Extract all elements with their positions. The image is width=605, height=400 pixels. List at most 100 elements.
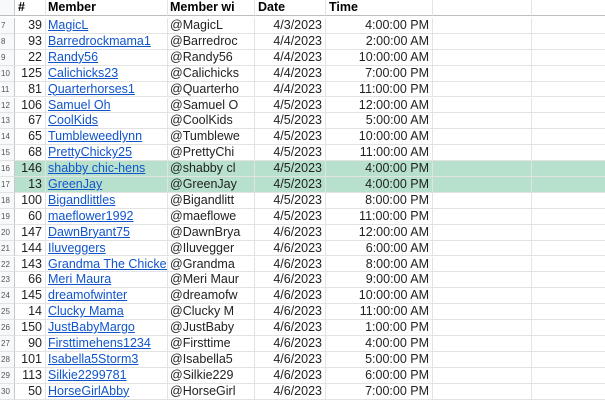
member-handle-cell[interactable]: @Firsttime <box>168 336 255 352</box>
empty-cell[interactable] <box>433 272 532 289</box>
member-handle-cell[interactable]: @JustBaby <box>168 320 255 336</box>
time-cell[interactable]: 4:00:00 PM <box>326 336 433 352</box>
member-link[interactable]: HorseGirlAbby <box>46 383 168 400</box>
member-link[interactable]: PrettyChicky25 <box>46 145 168 162</box>
member-link[interactable]: Firsttimehens1234 <box>46 336 168 352</box>
table-row[interactable]: 28 101 Isabella5Storm3 @Isabella5 4/6/2023 5:… <box>0 351 605 368</box>
member-handle-cell[interactable]: @maeflowe <box>168 208 255 225</box>
date-cell[interactable]: 4/5/2023 <box>255 192 326 209</box>
table-row[interactable]: 26 150 JustBabyMargo @JustBaby 4/6/2023 1:00:… <box>0 320 605 336</box>
empty-cell[interactable] <box>433 81 532 98</box>
row-number[interactable]: 7 <box>0 18 15 34</box>
number-cell[interactable]: 101 <box>15 351 46 368</box>
empty-cell[interactable] <box>433 192 532 209</box>
member-link[interactable]: CoolKids <box>46 113 168 130</box>
time-cell[interactable]: 4:00:00 PM <box>326 18 433 34</box>
row-number[interactable]: 24 <box>0 288 15 305</box>
time-cell[interactable]: 5:00:00 AM <box>326 113 433 130</box>
time-cell[interactable]: 5:00:00 PM <box>326 351 433 368</box>
empty-cell[interactable] <box>532 209 605 225</box>
number-cell[interactable]: 60 <box>15 208 46 225</box>
empty-cell[interactable] <box>532 288 605 305</box>
member-handle-cell[interactable]: @Silkie229 <box>168 367 255 384</box>
table-row[interactable]: 20 147 DawnBryant75 @DawnBrya 4/6/2023 12:00:… <box>0 224 605 241</box>
table-row[interactable]: 24 145 dreamofwinter @dreamofw 4/6/2023 10:00… <box>0 288 605 305</box>
date-cell[interactable]: 4/6/2023 <box>255 320 326 336</box>
table-row[interactable]: 18 100 Bigandlittles @Bigandlitt 4/5/2023 8:0… <box>0 192 605 209</box>
date-cell[interactable]: 4/6/2023 <box>255 240 326 257</box>
empty-cell[interactable] <box>433 18 532 34</box>
table-row[interactable]: 7 39 MagicL @MagicL 4/3/2023 4:00:00 PM <box>0 18 605 34</box>
row-number[interactable]: 19 <box>0 208 15 225</box>
empty-cell[interactable] <box>532 129 605 146</box>
member-link[interactable]: Iluveggers <box>46 240 168 257</box>
table-row[interactable]: 10 125 Calichicks23 @Calichicks 4/4/2023 7:00… <box>0 65 605 82</box>
table-row[interactable]: 29 113 Silkie2299781 @Silkie229 4/6/2023 6:00… <box>0 367 605 384</box>
empty-cell[interactable] <box>532 336 605 352</box>
date-cell[interactable]: 4/6/2023 <box>255 288 326 305</box>
empty-cell[interactable] <box>433 224 532 241</box>
number-cell[interactable]: 100 <box>15 192 46 209</box>
member-handle-cell[interactable]: @Randy56 <box>168 49 255 66</box>
time-cell[interactable]: 6:00:00 PM <box>326 367 433 384</box>
empty-cell[interactable] <box>532 18 605 34</box>
member-handle-cell[interactable]: @Tumblewe <box>168 129 255 146</box>
number-cell[interactable]: 143 <box>15 256 46 273</box>
empty-cell[interactable] <box>532 113 605 130</box>
member-handle-cell[interactable]: @Isabella5 <box>168 351 255 368</box>
date-cell[interactable]: 4/5/2023 <box>255 113 326 130</box>
empty-cell[interactable] <box>433 97 532 114</box>
header-time[interactable]: Time <box>326 0 433 16</box>
row-number[interactable]: 30 <box>0 383 15 400</box>
empty-cell[interactable] <box>433 288 532 305</box>
date-cell[interactable]: 4/6/2023 <box>255 256 326 273</box>
time-cell[interactable]: 11:00:00 AM <box>326 145 433 162</box>
row-number[interactable]: 13 <box>0 113 15 130</box>
table-row[interactable]: 21 144 Iluveggers @Iluvegger 4/6/2023 6:00:00… <box>0 240 605 257</box>
number-cell[interactable]: 50 <box>15 383 46 400</box>
empty-cell[interactable] <box>532 272 605 289</box>
table-row[interactable]: 15 68 PrettyChicky25 @PrettyChi 4/5/2023 11:0… <box>0 145 605 162</box>
empty-cell[interactable] <box>433 113 532 130</box>
number-cell[interactable]: 90 <box>15 336 46 352</box>
member-handle-cell[interactable]: @shabby cl <box>168 161 255 177</box>
time-cell[interactable]: 1:00:00 PM <box>326 320 433 336</box>
member-handle-cell[interactable]: @Barredroc <box>168 33 255 50</box>
empty-cell[interactable] <box>433 367 532 384</box>
date-cell[interactable]: 4/4/2023 <box>255 65 326 82</box>
member-handle-cell[interactable]: @Meri Maur <box>168 272 255 289</box>
empty-cell[interactable] <box>532 304 605 321</box>
empty-cell[interactable] <box>433 336 532 352</box>
time-cell[interactable]: 7:00:00 PM <box>326 383 433 400</box>
row-number[interactable]: 29 <box>0 367 15 384</box>
time-cell[interactable]: 12:00:00 AM <box>326 224 433 241</box>
member-link[interactable]: Calichicks23 <box>46 65 168 82</box>
date-cell[interactable]: 4/5/2023 <box>255 97 326 114</box>
member-link[interactable]: JustBabyMargo <box>46 320 168 336</box>
member-handle-cell[interactable]: @Calichicks <box>168 65 255 82</box>
row-number[interactable]: 14 <box>0 129 15 146</box>
row-number[interactable]: 23 <box>0 272 15 289</box>
empty-cell[interactable] <box>532 384 605 400</box>
date-cell[interactable]: 4/6/2023 <box>255 336 326 352</box>
date-cell[interactable]: 4/3/2023 <box>255 18 326 34</box>
member-link[interactable]: Randy56 <box>46 49 168 66</box>
number-cell[interactable]: 93 <box>15 33 46 50</box>
time-cell[interactable]: 6:00:00 AM <box>326 240 433 257</box>
member-handle-cell[interactable]: @Grandma <box>168 256 255 273</box>
empty-cell[interactable] <box>433 351 532 368</box>
number-cell[interactable]: 125 <box>15 65 46 82</box>
date-cell[interactable]: 4/5/2023 <box>255 145 326 162</box>
empty-cell[interactable] <box>433 145 532 162</box>
time-cell[interactable]: 10:00:00 AM <box>326 49 433 66</box>
row-number[interactable]: 25 <box>0 304 15 321</box>
empty-cell[interactable] <box>433 65 532 82</box>
member-handle-cell[interactable]: @DawnBrya <box>168 224 255 241</box>
member-link[interactable]: DawnBryant75 <box>46 224 168 241</box>
number-cell[interactable]: 146 <box>15 161 46 177</box>
member-handle-cell[interactable]: @dreamofw <box>168 288 255 305</box>
date-cell[interactable]: 4/4/2023 <box>255 49 326 66</box>
table-row[interactable]: 8 93 Barredrockmama1 @Barredroc 4/4/2023 2:00… <box>0 33 605 50</box>
member-handle-cell[interactable]: @Bigandlitt <box>168 192 255 209</box>
row-number[interactable]: 20 <box>0 224 15 241</box>
